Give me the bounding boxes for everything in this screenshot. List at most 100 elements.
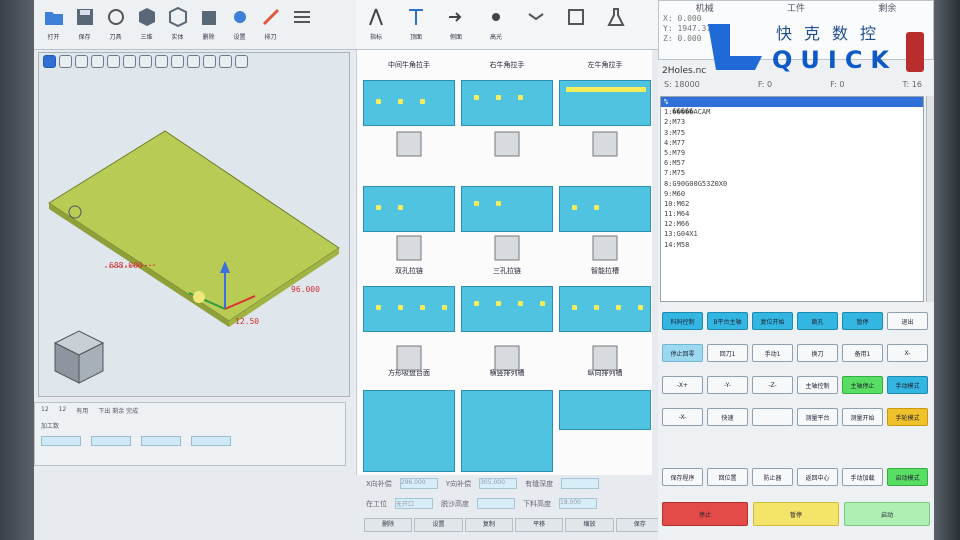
template-tile[interactable]: [461, 286, 553, 332]
control-button[interactable]: 备用1: [842, 344, 883, 362]
gcode-line[interactable]: 10:M62: [661, 199, 923, 209]
3d-viewport[interactable]: 688.000 96.000 12.50: [38, 52, 350, 397]
bottom-tab[interactable]: 复制: [464, 518, 513, 532]
bottom-tab[interactable]: 删除: [364, 518, 413, 532]
control-button[interactable]: -Z-: [752, 376, 793, 394]
control-button[interactable]: 回位置: [707, 468, 748, 486]
toolbar-button-排刀[interactable]: 排刀: [255, 0, 286, 48]
control-button[interactable]: 手动1: [752, 344, 793, 362]
gcode-line[interactable]: 1:�����ACAM: [661, 107, 923, 117]
bottom-tab[interactable]: 缩放: [565, 518, 614, 532]
gcode-line[interactable]: 13:G04X1: [661, 229, 923, 239]
control-button[interactable]: 启动模式: [887, 468, 928, 486]
template-tile[interactable]: [461, 80, 553, 126]
form-input[interactable]: [561, 478, 600, 489]
template-tile[interactable]: [461, 186, 553, 232]
toolbar-button-顶面[interactable]: 顶面: [396, 0, 436, 48]
form-input[interactable]: [477, 498, 515, 509]
main-control-button[interactable]: 停止: [662, 502, 748, 526]
gcode-line[interactable]: 14:M58: [661, 240, 923, 250]
control-button[interactable]: [752, 408, 793, 426]
hud-input-1[interactable]: [41, 436, 81, 446]
template-icon[interactable]: [391, 230, 427, 266]
gcode-line[interactable]: %: [661, 97, 923, 108]
control-button[interactable]: -X+: [662, 376, 703, 394]
control-button[interactable]: B平台主轴: [707, 312, 748, 330]
template-icon[interactable]: [489, 126, 525, 162]
template-icon[interactable]: [587, 230, 623, 266]
toolbar-button-打开[interactable]: 打开: [38, 0, 69, 48]
toolbar-button-flask-icon[interactable]: [596, 0, 636, 48]
toolbar-button-高光[interactable]: 高光: [476, 0, 516, 48]
gcode-line[interactable]: 7:M75: [661, 168, 923, 178]
control-button[interactable]: 快速: [707, 408, 748, 426]
gcode-line[interactable]: 9:M60: [661, 189, 923, 199]
bottom-tab[interactable]: 设置: [414, 518, 463, 532]
toolbar-button-指标[interactable]: 指标: [356, 0, 396, 48]
hud-input-4[interactable]: [191, 436, 231, 446]
form-input[interactable]: 无开口: [395, 498, 433, 509]
gcode-line[interactable]: 11:M64: [661, 209, 923, 219]
control-button[interactable]: 换刀: [797, 344, 838, 362]
control-button[interactable]: 测量开始: [842, 408, 883, 426]
control-button[interactable]: 暂停: [842, 312, 883, 330]
gcode-line[interactable]: 6:M57: [661, 158, 923, 168]
template-tile[interactable]: [363, 286, 455, 332]
template-icon[interactable]: [587, 340, 623, 376]
control-button[interactable]: -X-: [662, 408, 703, 426]
template-tile[interactable]: [363, 186, 455, 232]
template-tile-large[interactable]: [461, 390, 553, 472]
toolbar-button-侧面[interactable]: 侧面: [436, 0, 476, 48]
template-icon[interactable]: [489, 340, 525, 376]
control-button[interactable]: 回刀1: [707, 344, 748, 362]
control-button[interactable]: 手轮模式: [887, 408, 928, 426]
control-button[interactable]: 主轴控制: [797, 376, 838, 394]
form-input[interactable]: 305.000: [479, 478, 518, 489]
gcode-line[interactable]: 12:M66: [661, 219, 923, 229]
control-button[interactable]: 测量平台: [797, 408, 838, 426]
template-tile-large[interactable]: [559, 390, 651, 430]
toolbar-button-删除[interactable]: 删除: [193, 0, 224, 48]
template-tile[interactable]: [559, 286, 651, 332]
template-icon[interactable]: [489, 230, 525, 266]
template-tile-large[interactable]: [363, 390, 455, 472]
control-button[interactable]: 手动模式: [887, 376, 928, 394]
gcode-line[interactable]: 5:M79: [661, 148, 923, 158]
hud-input-2[interactable]: [91, 436, 131, 446]
gcode-list[interactable]: % 1:�����ACAM 2:M73 3:M75 4:M77 5:M79 6:M57 7:M…: [660, 96, 924, 302]
gcode-scrollbar[interactable]: [926, 96, 934, 302]
template-icon[interactable]: [391, 126, 427, 162]
toolbar-button-clamp-icon[interactable]: [556, 0, 596, 48]
control-button[interactable]: 料码控制: [662, 312, 703, 330]
control-button[interactable]: 跳孔: [797, 312, 838, 330]
gcode-line[interactable]: 8:G90G00G53Z0X0: [661, 179, 923, 189]
main-control-button[interactable]: 启动: [844, 502, 930, 526]
template-tile[interactable]: [559, 80, 651, 126]
control-button[interactable]: 停止回零: [662, 344, 703, 362]
control-button[interactable]: 手动加载: [842, 468, 883, 486]
control-button[interactable]: -Y-: [707, 376, 748, 394]
control-button[interactable]: 主轴停止: [842, 376, 883, 394]
hud-input-3[interactable]: [141, 436, 181, 446]
control-button[interactable]: 复位开始: [752, 312, 793, 330]
toolbar-button-刀具[interactable]: 刀具: [100, 0, 131, 48]
gcode-line[interactable]: 3:M75: [661, 128, 923, 138]
main-control-button[interactable]: 暂停: [753, 502, 839, 526]
form-input[interactable]: 18.000: [559, 498, 597, 509]
template-tile[interactable]: [363, 80, 455, 126]
gcode-line[interactable]: 2:M73: [661, 117, 923, 127]
control-button[interactable]: 保存程序: [662, 468, 703, 486]
control-button[interactable]: 防止器: [752, 468, 793, 486]
toolbar-button-三维[interactable]: 三维: [131, 0, 162, 48]
template-icon[interactable]: [587, 126, 623, 162]
gcode-line[interactable]: 4:M77: [661, 138, 923, 148]
toolbar-button-设置[interactable]: 设置: [224, 0, 255, 48]
toolbar-button-menu-icon[interactable]: [286, 0, 317, 48]
form-input[interactable]: 296.000: [399, 478, 438, 489]
template-tile[interactable]: [559, 186, 651, 232]
control-button[interactable]: 返回中心: [797, 468, 838, 486]
toolbar-button-chevron-icon[interactable]: [516, 0, 556, 48]
toolbar-button-保存[interactable]: 保存: [69, 0, 100, 48]
bottom-tab[interactable]: 平移: [514, 518, 564, 532]
control-button[interactable]: 退出: [887, 312, 928, 330]
